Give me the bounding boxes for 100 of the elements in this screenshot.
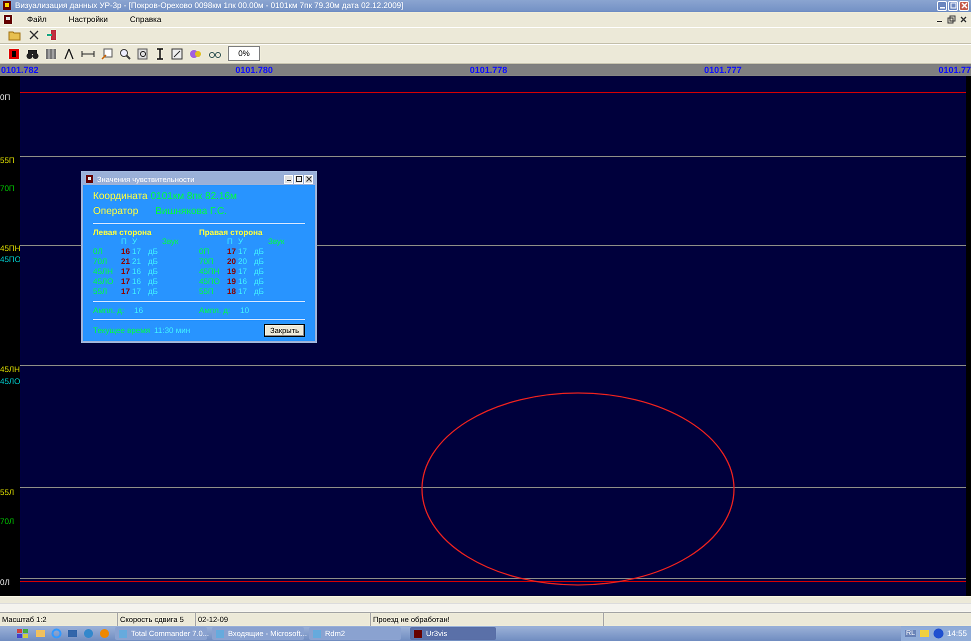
text-cursor-icon[interactable] bbox=[155, 48, 165, 60]
close-icon bbox=[306, 176, 312, 182]
amplitude-label: Ампл. д: bbox=[93, 306, 124, 316]
channel-name: 45ПН bbox=[199, 267, 220, 278]
compass-icon[interactable] bbox=[63, 48, 75, 60]
maximize-button[interactable] bbox=[294, 174, 303, 184]
document-icon bbox=[3, 14, 13, 25]
operator-value: Вишнякова Г.С. bbox=[155, 205, 228, 220]
menu-item[interactable]: Настройки bbox=[60, 14, 116, 24]
ruler-label: 0101.782 bbox=[1, 64, 39, 76]
unit-label: дБ bbox=[254, 267, 265, 278]
u-value: 21 bbox=[132, 257, 142, 268]
unit-label: дБ bbox=[254, 257, 265, 268]
clock: 14:55 bbox=[946, 629, 967, 638]
p-value: 21 bbox=[121, 257, 131, 268]
exit-door-icon[interactable] bbox=[46, 29, 58, 42]
u-value: 16 bbox=[132, 267, 142, 278]
restore-icon[interactable] bbox=[947, 14, 956, 24]
ruler-label: 0101.77 bbox=[938, 64, 971, 76]
channel-name: 70П bbox=[199, 257, 215, 268]
close-icon bbox=[960, 2, 968, 10]
u-value: 17 bbox=[238, 247, 248, 258]
u-value: 17 bbox=[238, 287, 248, 298]
app-icon bbox=[312, 628, 322, 638]
window-title: Визуализация данных УР-3р - [Покров-Орехово 0098км 1пк 00.00м - 0101км 7пк 79.30м дата 02.12.2009] bbox=[15, 1, 404, 10]
menu-item[interactable]: Справка bbox=[122, 14, 170, 24]
network-icon bbox=[932, 628, 944, 639]
app-icon bbox=[118, 628, 128, 638]
column-header: Звук bbox=[268, 237, 286, 248]
channel-name: 55П bbox=[199, 287, 215, 298]
close-button[interactable] bbox=[304, 174, 313, 184]
amplitude-label: Ампл. д: bbox=[199, 306, 230, 316]
app-icon bbox=[413, 628, 423, 638]
zoom-icon[interactable] bbox=[119, 48, 131, 60]
channel-name: 45ЛН bbox=[93, 267, 114, 278]
channel-name: 45ПО bbox=[199, 277, 221, 288]
unit-label: дБ bbox=[148, 287, 159, 298]
coordinate-value: 0101км 8пк 82.16м bbox=[150, 190, 237, 204]
p-value: 20 bbox=[227, 257, 237, 268]
time-value: 11:30 мин bbox=[154, 326, 190, 336]
columns-icon[interactable] bbox=[45, 48, 57, 60]
u-value: 16 bbox=[238, 277, 248, 288]
palette-icon[interactable] bbox=[189, 48, 202, 60]
channel-label: 55Л bbox=[0, 488, 14, 498]
menu-item[interactable]: Файл bbox=[19, 14, 55, 24]
u-value: 17 bbox=[238, 267, 248, 278]
p-value: 19 bbox=[227, 277, 237, 288]
u-value: 16 bbox=[132, 277, 142, 288]
unit-label: дБ bbox=[254, 287, 265, 298]
column-header: У bbox=[132, 237, 138, 248]
time-label: Текущее время bbox=[93, 326, 150, 336]
zoom-field[interactable]: 0% bbox=[228, 46, 260, 62]
envelope-icon bbox=[918, 629, 930, 638]
ruler-label: 0101.780 bbox=[235, 64, 273, 76]
p-value: 17 bbox=[121, 287, 131, 298]
windows-logo-icon[interactable] bbox=[16, 628, 30, 640]
u-value: 20 bbox=[238, 257, 248, 268]
u-value: 17 bbox=[132, 287, 142, 298]
column-header: П bbox=[121, 237, 128, 248]
maximize-icon bbox=[950, 2, 956, 10]
unit-label: дБ bbox=[148, 267, 159, 278]
horizontal-scrollbar[interactable] bbox=[0, 603, 971, 612]
p-value: 16 bbox=[121, 247, 131, 258]
channel-label: 70Л bbox=[0, 517, 14, 528]
p-value: 19 bbox=[227, 267, 237, 278]
unit-label: дБ bbox=[254, 277, 265, 288]
amplitude-value: 16 bbox=[134, 306, 144, 316]
column-header: У bbox=[238, 237, 244, 248]
channel-label: 45ЛО bbox=[0, 377, 20, 388]
unit-label: дБ bbox=[254, 247, 265, 258]
channel-name: 0Л bbox=[93, 247, 104, 258]
coordinate-label: Координата bbox=[93, 190, 148, 204]
folder-icon[interactable] bbox=[8, 29, 22, 42]
unit-label: дБ bbox=[148, 277, 159, 288]
channel-label: 55П bbox=[0, 156, 15, 166]
minimize-button[interactable] bbox=[284, 174, 293, 184]
side-heading: Левая сторона bbox=[93, 228, 152, 238]
u-value: 17 bbox=[132, 247, 142, 258]
p-value: 17 bbox=[121, 267, 131, 278]
channel-name: 45ЛО bbox=[93, 277, 114, 288]
unit-label: дБ bbox=[148, 257, 159, 268]
channel-label: 70П bbox=[0, 184, 15, 194]
side-heading: Правая сторона bbox=[199, 228, 264, 238]
maximize-icon bbox=[296, 176, 302, 182]
p-value: 17 bbox=[121, 277, 131, 288]
channel-label: 0Л bbox=[0, 578, 10, 588]
binoculars-icon[interactable] bbox=[26, 48, 39, 60]
x-icon[interactable] bbox=[28, 29, 40, 42]
unit-label: дБ bbox=[148, 247, 159, 258]
app-icon bbox=[215, 628, 225, 638]
channel-label: 45ПО bbox=[0, 255, 21, 266]
channel-label: 45ПН bbox=[0, 244, 20, 254]
column-header: П bbox=[227, 237, 234, 248]
ruler-label: 0101.777 bbox=[704, 64, 742, 76]
app-icon bbox=[2, 0, 12, 12]
zoom-page-icon[interactable] bbox=[137, 48, 149, 60]
column-header: Звук bbox=[162, 237, 180, 248]
desktop-icon[interactable] bbox=[67, 628, 78, 639]
p-value: 18 bbox=[227, 287, 237, 298]
close-icon[interactable] bbox=[959, 14, 968, 24]
